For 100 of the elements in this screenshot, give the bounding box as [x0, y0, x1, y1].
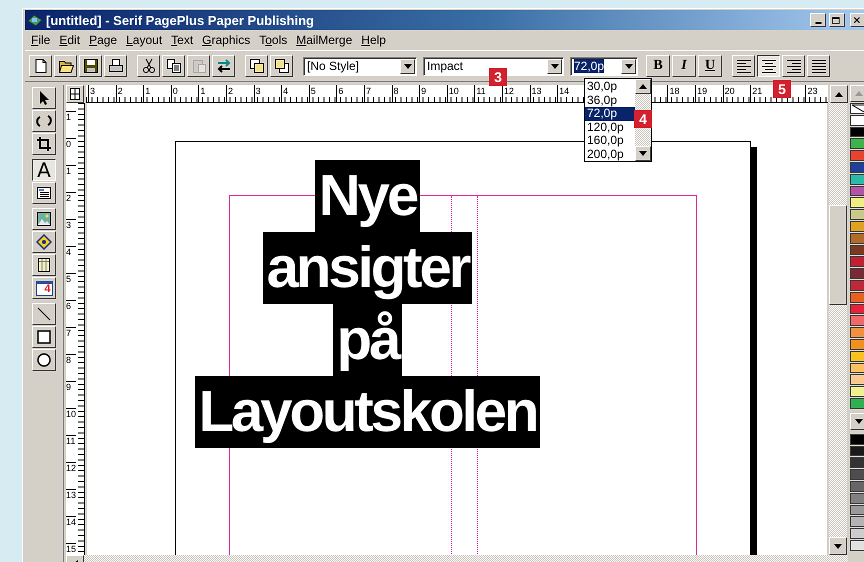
menu-item[interactable]: MailMerge — [296, 33, 352, 47]
rectangle-tool[interactable] — [32, 326, 56, 348]
minimize-button[interactable] — [810, 13, 826, 27]
pointer-tool[interactable] — [32, 87, 56, 109]
color-swatch[interactable] — [850, 292, 864, 303]
font-size-option[interactable]: 200,0p — [585, 148, 635, 162]
color-swatch[interactable] — [850, 138, 864, 150]
front-button[interactable] — [245, 55, 268, 77]
justify-icon — [810, 58, 826, 74]
underline-button[interactable]: U — [698, 55, 722, 77]
menu-item[interactable]: Layout — [126, 33, 162, 47]
font-size-option[interactable]: 36,0p — [585, 94, 635, 108]
align-center-button[interactable] — [757, 55, 780, 77]
arrows-icon — [216, 58, 232, 74]
color-swatch[interactable] — [850, 162, 864, 173]
color-swatch[interactable] — [850, 186, 864, 196]
cut-button[interactable] — [137, 55, 160, 77]
menu-item[interactable]: Graphics — [202, 33, 250, 47]
italic-button[interactable]: I — [672, 55, 696, 77]
align-center-icon — [760, 58, 776, 74]
color-swatch[interactable] — [850, 386, 864, 397]
line-tool[interactable] — [32, 303, 56, 325]
scroll-up-button[interactable] — [830, 85, 848, 103]
color-swatch[interactable] — [850, 540, 864, 551]
menu-item[interactable]: Text — [171, 33, 194, 47]
maximize-button[interactable] — [829, 13, 845, 27]
color-swatch[interactable] — [850, 528, 864, 539]
object-tool[interactable] — [32, 231, 56, 253]
color-swatch[interactable] — [850, 244, 864, 256]
color-swatch[interactable] — [850, 150, 864, 161]
color-swatch[interactable] — [850, 174, 864, 185]
font-size-option[interactable]: 72,0p — [585, 107, 635, 121]
style-dropdown[interactable]: [No Style] — [303, 56, 417, 76]
palette-scroll-down-button[interactable] — [850, 412, 864, 430]
font-size-option[interactable]: 160,0p — [585, 134, 635, 148]
color-swatch[interactable] — [850, 446, 864, 456]
menu-item[interactable]: Page — [89, 33, 118, 47]
color-swatch[interactable] — [850, 256, 864, 268]
picture-tool[interactable] — [32, 208, 56, 230]
menu-item[interactable]: Help — [361, 33, 386, 47]
color-swatch[interactable] — [850, 398, 864, 409]
list-scroll-up-button[interactable] — [635, 79, 651, 94]
bold-button[interactable]: B — [646, 55, 670, 77]
text-tool[interactable]: A — [32, 159, 56, 181]
color-swatch[interactable] — [850, 434, 864, 445]
color-swatch[interactable] — [850, 327, 864, 338]
color-swatch[interactable] — [850, 350, 864, 362]
font-size-dropdown[interactable]: 72,0p — [570, 56, 638, 76]
new-button[interactable] — [29, 55, 52, 77]
color-swatch[interactable] — [850, 469, 864, 480]
color-swatch[interactable] — [850, 338, 864, 350]
color-swatch[interactable] — [850, 280, 864, 291]
palette-scroll-up-button[interactable] — [850, 85, 864, 102]
text-frame-icon — [36, 185, 52, 201]
color-swatch[interactable] — [850, 480, 864, 492]
color-swatch[interactable] — [850, 197, 864, 208]
list-scroll-down-button[interactable] — [635, 146, 651, 161]
align-left-button[interactable] — [732, 55, 755, 77]
color-swatch[interactable] — [850, 504, 864, 516]
app-icon — [27, 12, 43, 28]
ruler-origin-button[interactable] — [66, 85, 84, 103]
bring-front-icon — [248, 58, 264, 74]
print-button[interactable] — [104, 55, 127, 77]
color-swatch[interactable] — [850, 114, 864, 126]
table-tool[interactable] — [32, 254, 56, 276]
open-button[interactable] — [54, 55, 77, 77]
close-button[interactable] — [850, 13, 864, 27]
save-button[interactable] — [79, 55, 102, 77]
color-swatch[interactable] — [850, 232, 864, 244]
align-justify-button[interactable] — [807, 55, 830, 77]
color-swatch[interactable] — [850, 126, 864, 138]
menu-item[interactable]: File — [31, 33, 50, 47]
rotate-tool[interactable] — [32, 110, 56, 132]
color-swatch[interactable] — [850, 268, 864, 279]
color-swatch[interactable] — [850, 315, 864, 326]
calendar-tool[interactable]: 4 — [32, 277, 56, 299]
crop-tool[interactable] — [32, 133, 56, 155]
crop-icon — [36, 136, 52, 152]
color-swatch[interactable] — [850, 304, 864, 314]
color-swatch[interactable] — [850, 374, 864, 386]
color-swatch[interactable] — [850, 457, 864, 468]
color-swatch[interactable] — [850, 362, 864, 374]
ellipse-icon — [36, 352, 52, 368]
color-swatch[interactable] — [850, 516, 864, 528]
color-swatch[interactable] — [850, 209, 864, 220]
back-button[interactable] — [270, 55, 293, 77]
scroll-down-button[interactable] — [829, 537, 847, 555]
scroll-thumb[interactable] — [829, 205, 847, 305]
color-swatch[interactable] — [850, 220, 864, 232]
swap-button[interactable] — [212, 55, 235, 77]
copy-button[interactable] — [162, 55, 185, 77]
no-color-swatch[interactable] — [850, 103, 864, 114]
menu-item[interactable]: Edit — [59, 33, 80, 47]
menu-item[interactable]: Tools — [259, 33, 288, 47]
ellipse-tool[interactable] — [32, 349, 56, 371]
frame-tool[interactable] — [32, 182, 56, 204]
font-size-option[interactable]: 120,0p — [585, 120, 635, 134]
align-right-button[interactable] — [782, 55, 805, 77]
font-size-option[interactable]: 30,0p — [585, 80, 635, 94]
color-swatch[interactable] — [850, 492, 864, 504]
